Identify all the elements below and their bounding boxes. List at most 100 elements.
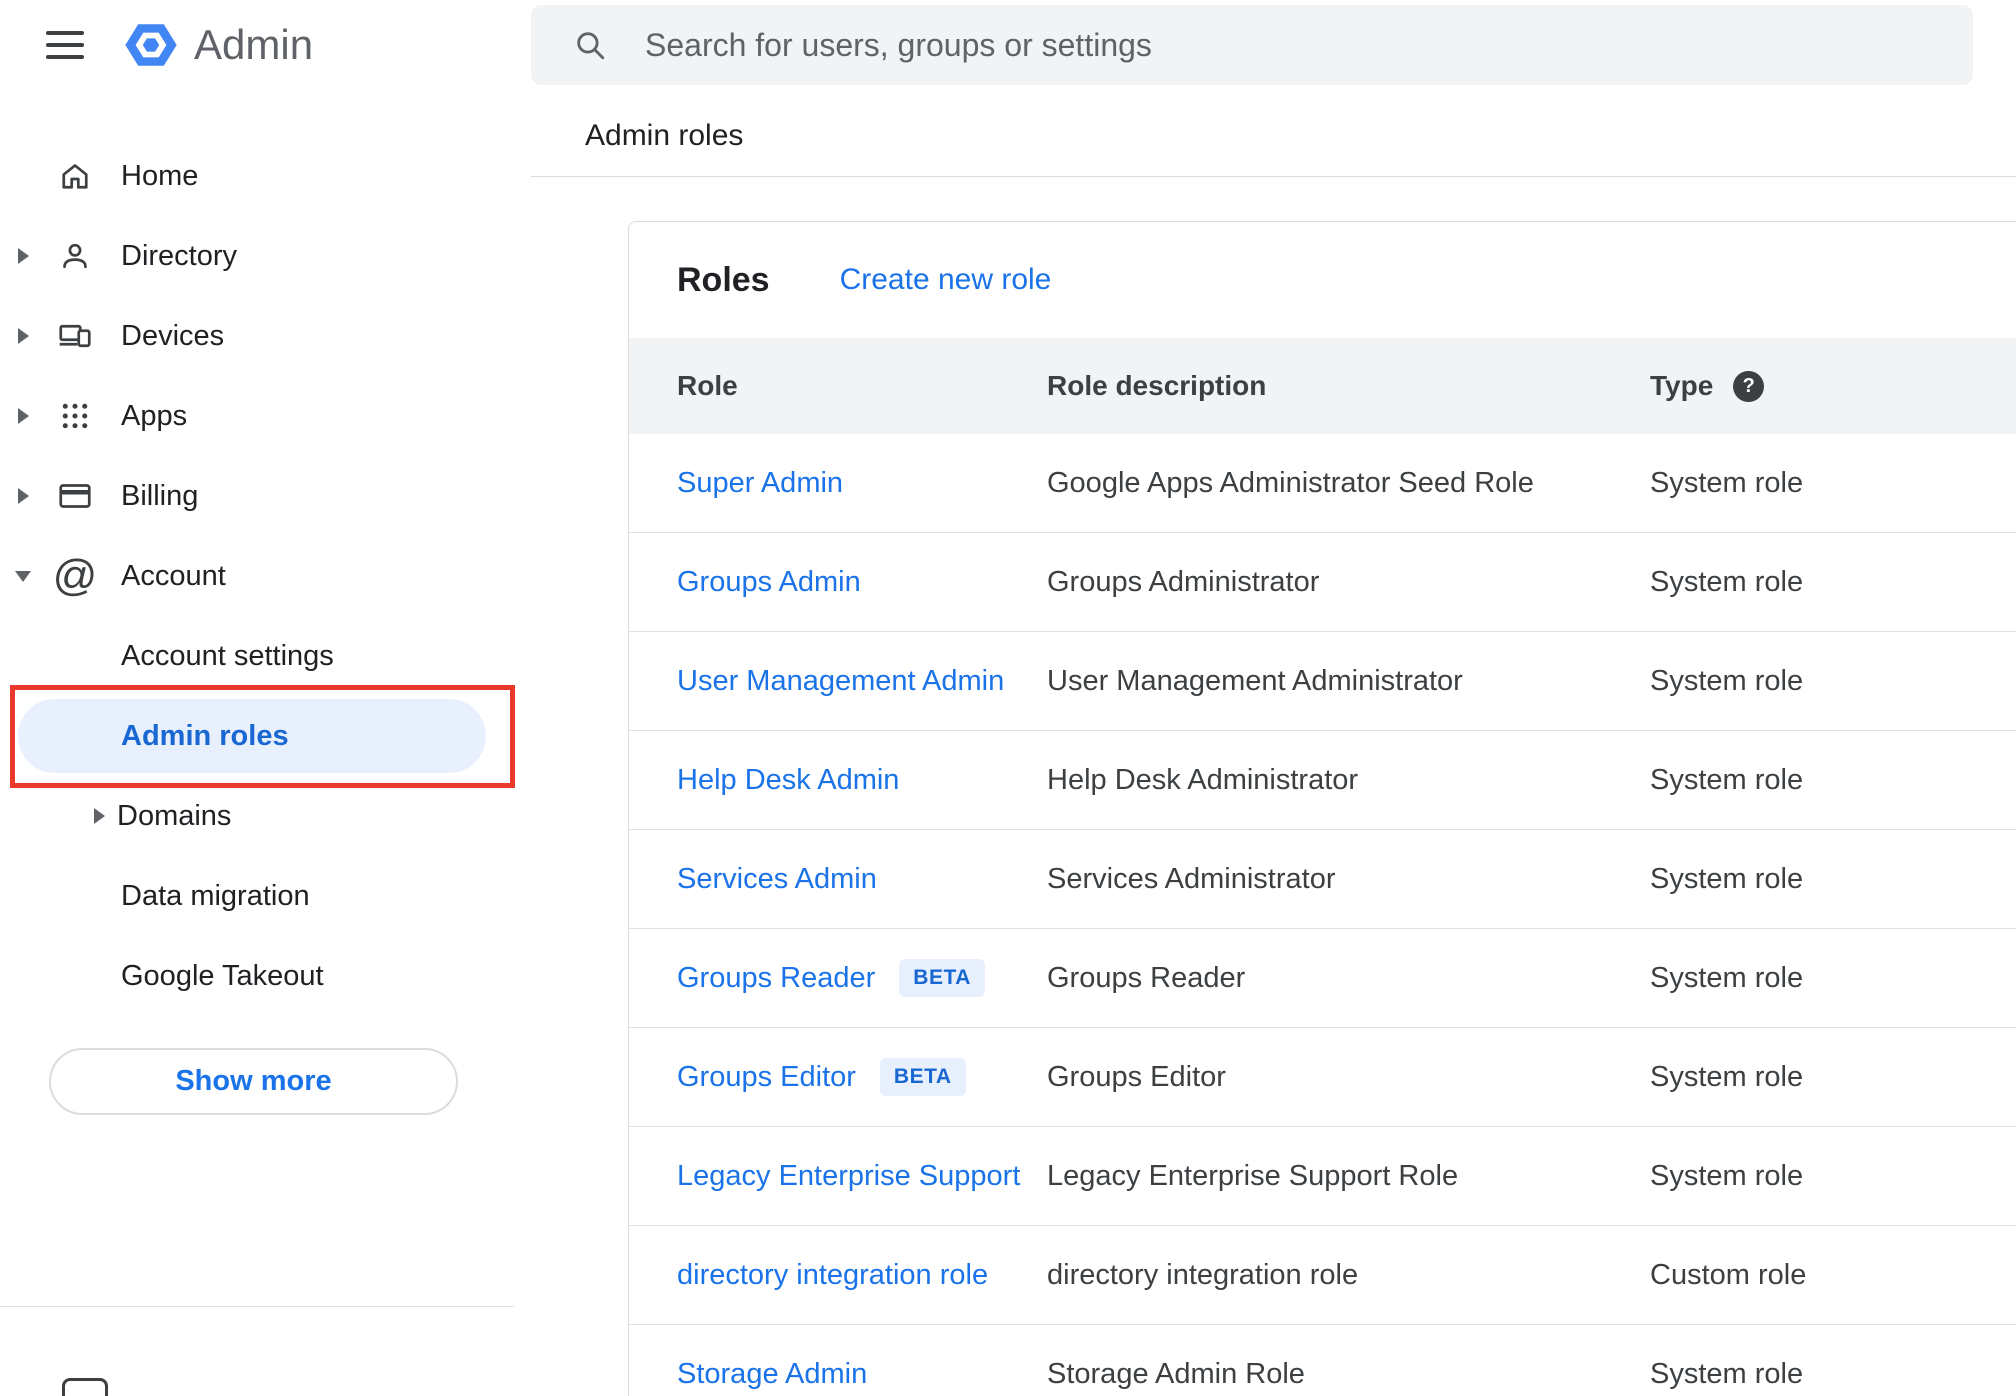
role-link[interactable]: Groups Editor — [677, 1061, 856, 1094]
role-link[interactable]: Services Admin — [677, 863, 877, 896]
sidebar-divider — [0, 1306, 514, 1307]
column-header-type-label: Type — [1650, 370, 1714, 401]
sidebar-item-label: Domains — [117, 799, 232, 832]
table-row: Storage Admin Storage Admin Role System ro… — [629, 1325, 2016, 1396]
sidebar-item-label: Admin roles — [121, 719, 289, 752]
show-more-button[interactable]: Show more — [49, 1048, 458, 1115]
role-type: System role — [1650, 862, 1804, 895]
sidebar-nav: Home Directory Devices Apps Billing @ Account A… — [0, 136, 531, 1016]
sidebar-item-label: Devices — [121, 319, 225, 352]
roles-card: Roles Create new role Role Role descript… — [628, 221, 2016, 1396]
at-sign-icon: @ — [52, 551, 98, 600]
sidebar-item-devices[interactable]: Devices — [0, 296, 531, 376]
sidebar-item-google-takeout[interactable]: Google Takeout — [0, 936, 531, 1016]
sidebar-item-account-settings[interactable]: Account settings — [0, 616, 531, 696]
sidebar-item-data-migration[interactable]: Data migration — [0, 856, 531, 936]
chevron-right-icon[interactable] — [0, 408, 46, 424]
search-input[interactable] — [643, 25, 1973, 65]
role-type: System role — [1650, 961, 1804, 994]
role-link[interactable]: Help Desk Admin — [677, 764, 899, 797]
sidebar-item-billing[interactable]: Billing — [0, 456, 531, 536]
chevron-right-icon[interactable] — [0, 328, 46, 344]
role-link[interactable]: Super Admin — [677, 467, 843, 500]
role-description: Storage Admin Role — [1047, 1357, 1305, 1390]
beta-badge: BETA — [899, 959, 985, 997]
chevron-right-icon[interactable] — [0, 488, 46, 504]
sidebar-item-label: Data migration — [121, 879, 310, 912]
sidebar-item-account[interactable]: @ Account — [0, 536, 531, 616]
admin-logo: Admin — [124, 18, 313, 72]
role-link[interactable]: Storage Admin — [677, 1358, 867, 1391]
table-row: directory integration role directory inte… — [629, 1226, 2016, 1325]
sidebar-item-home[interactable]: Home — [0, 136, 531, 216]
chevron-right-icon[interactable] — [94, 808, 105, 824]
role-link[interactable]: Legacy Enterprise Support — [677, 1160, 1020, 1193]
content-divider — [531, 176, 2016, 177]
role-link[interactable]: User Management Admin — [677, 665, 1004, 698]
table-row: Groups Reader BETA Groups Reader System rol… — [629, 929, 2016, 1028]
create-new-role-link[interactable]: Create new role — [840, 263, 1052, 297]
role-description: Legacy Enterprise Support Role — [1047, 1159, 1459, 1192]
person-icon — [46, 238, 104, 274]
role-type: System role — [1650, 664, 1804, 697]
search-bar[interactable] — [531, 5, 1973, 85]
role-type: System role — [1650, 1159, 1804, 1192]
role-type: System role — [1650, 1060, 1804, 1093]
roles-title: Roles — [677, 260, 770, 299]
column-header-description: Role description — [1047, 370, 1267, 401]
sidebar-item-directory[interactable]: Directory — [0, 216, 531, 296]
sidebar-item-label: Account — [121, 559, 226, 592]
table-row: Super Admin Google Apps Administrator See… — [629, 434, 2016, 533]
role-description: User Management Administrator — [1047, 664, 1463, 697]
partial-icon — [62, 1378, 108, 1396]
sidebar-item-domains[interactable]: Domains — [0, 776, 531, 856]
role-description: Help Desk Administrator — [1047, 763, 1359, 796]
table-row: Groups Editor BETA Groups Editor System rol… — [629, 1028, 2016, 1127]
column-header-role: Role — [677, 370, 738, 401]
role-description: Groups Administrator — [1047, 565, 1320, 598]
admin-console: Admin Home Directory Devices Apps Billing @ Ac… — [0, 0, 2016, 1396]
sidebar-item-label: Google Takeout — [121, 959, 324, 992]
role-link[interactable]: directory integration role — [677, 1259, 988, 1292]
billing-card-icon — [46, 478, 104, 514]
chevron-right-icon[interactable] — [0, 248, 46, 264]
role-description: Google Apps Administrator Seed Role — [1047, 466, 1534, 499]
role-description: Groups Editor — [1047, 1060, 1226, 1093]
table-header: Role Role description Type ? — [629, 338, 2016, 434]
table-row: Services Admin Services Administrator Syst… — [629, 830, 2016, 929]
sidebar: Admin Home Directory Devices Apps Billing @ Ac… — [0, 0, 531, 1396]
role-description: directory integration role — [1047, 1258, 1359, 1291]
home-icon — [46, 158, 104, 194]
admin-logo-icon — [124, 18, 178, 72]
role-type: System role — [1650, 565, 1804, 598]
column-header-type: Type ? — [1650, 370, 2016, 402]
roles-card-header: Roles Create new role — [629, 222, 2016, 338]
search-icon — [573, 28, 607, 62]
table-row: Groups Admin Groups Administrator System r… — [629, 533, 2016, 632]
table-row: User Management Admin User Management Adm… — [629, 632, 2016, 731]
role-type: Custom role — [1650, 1258, 1807, 1291]
role-description: Groups Reader — [1047, 961, 1246, 994]
role-type: System role — [1650, 466, 1804, 499]
table-row: Legacy Enterprise Support Legacy Enterpri… — [629, 1127, 2016, 1226]
app-title: Admin — [194, 21, 314, 68]
sidebar-item-admin-roles[interactable]: Admin roles — [0, 696, 531, 776]
devices-icon — [46, 318, 104, 354]
sidebar-item-label: Billing — [121, 479, 199, 512]
sidebar-item-apps[interactable]: Apps — [0, 376, 531, 456]
role-link[interactable]: Groups Reader — [677, 962, 875, 995]
sidebar-item-label: Apps — [121, 399, 188, 432]
sidebar-item-label: Account settings — [121, 639, 334, 672]
chevron-down-icon[interactable] — [0, 570, 46, 582]
sidebar-header: Admin — [0, 0, 531, 90]
roles-table-body: Super Admin Google Apps Administrator See… — [629, 434, 2016, 1396]
sidebar-item-label: Directory — [121, 239, 238, 272]
breadcrumb: Admin roles — [585, 119, 744, 152]
role-type: System role — [1650, 763, 1804, 796]
beta-badge: BETA — [879, 1058, 966, 1096]
apps-grid-icon — [46, 398, 104, 434]
menu-button[interactable] — [46, 31, 84, 59]
help-icon[interactable]: ? — [1733, 370, 1765, 402]
sidebar-item-label: Home — [121, 159, 199, 192]
role-link[interactable]: Groups Admin — [677, 566, 861, 599]
